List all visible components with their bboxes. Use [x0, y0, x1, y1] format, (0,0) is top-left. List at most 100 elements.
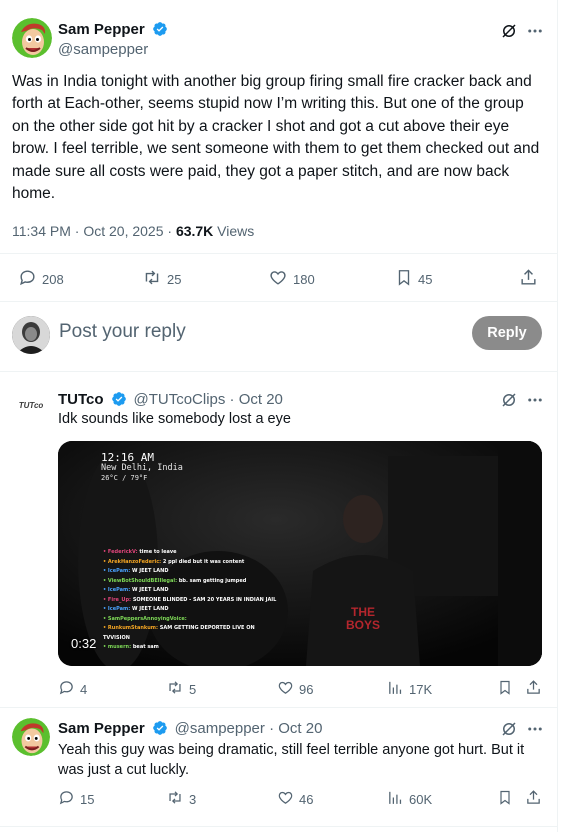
- chat-line: • musern: beat sam: [103, 643, 323, 653]
- grok-icon[interactable]: [500, 22, 518, 40]
- chat-user: • IcePam:: [103, 587, 133, 593]
- reply2-views-count: 60K: [409, 791, 433, 807]
- reply1-header: TUTco @TUTcoClips · Oct 20: [58, 391, 283, 412]
- repost-icon: [166, 789, 184, 809]
- chat-user: • Fire_Up:: [103, 596, 133, 603]
- reply2-author-name[interactable]: Sam Pepper: [58, 720, 145, 737]
- reply1-repost-count: 5: [189, 681, 197, 697]
- chat-message: SAM GETTING DEPORTED LIVE ON: [159, 625, 255, 631]
- share-icon: [525, 679, 542, 699]
- reply1-views-count: 17K: [409, 681, 433, 697]
- repost-icon: [142, 268, 162, 290]
- reply1-like-action[interactable]: 96: [277, 679, 313, 699]
- reply2-avatar[interactable]: [12, 718, 50, 756]
- bookmark-icon: [497, 679, 513, 699]
- reply1-avatar[interactable]: TUTco: [12, 393, 50, 417]
- reply2-bookmark-action[interactable]: [497, 789, 513, 809]
- reply-count: 208: [42, 271, 64, 287]
- chat-line: • IcePam: W JEET LAND: [103, 605, 323, 615]
- reply2-views-action[interactable]: 60K: [387, 789, 432, 809]
- reply-icon: [58, 679, 75, 699]
- chat-user: • SamPeppersAnnoyingVoice:: [103, 615, 187, 622]
- author-name[interactable]: Sam Pepper: [58, 21, 145, 38]
- reply-input[interactable]: Post your reply: [59, 321, 186, 343]
- chat-user: • IcePam:: [103, 606, 133, 612]
- reply-icon: [18, 268, 37, 290]
- reply1-author-name[interactable]: TUTco: [58, 391, 104, 408]
- views-icon: [387, 679, 404, 699]
- share-icon: [519, 268, 538, 290]
- chat-user: • FederickV:: [103, 549, 140, 555]
- chat-user: • musern:: [103, 644, 133, 650]
- video-player[interactable]: 12:16 AM New Delhi, India 26°C / 79°F TH…: [58, 441, 542, 666]
- chat-message: SOMEONE BLINDED - SAM 20 YEARS IN INDIAN…: [132, 596, 277, 603]
- chat-line: • IcePam: W JEET LAND: [103, 586, 323, 596]
- reply-action[interactable]: 208: [18, 268, 64, 290]
- chat-line: • ArekHanzoFederic: 2 ppl died but it wa…: [103, 558, 323, 568]
- more-icon[interactable]: [526, 720, 544, 738]
- reply2-repost-count: 3: [189, 791, 197, 807]
- views-label: Views: [213, 223, 255, 239]
- more-icon[interactable]: [526, 22, 544, 40]
- video-duration: 0:32: [71, 636, 97, 651]
- author-handle[interactable]: @sampepper: [58, 41, 148, 58]
- reply1-reply-action[interactable]: 4: [58, 679, 87, 699]
- reply2-share-action[interactable]: [525, 789, 542, 809]
- reply1-text: Idk sounds like somebody lost a eye: [58, 411, 291, 427]
- reply1-avatar-text: TUTco: [18, 400, 44, 410]
- like-count: 180: [293, 271, 315, 287]
- video-overlay-temp: 26°C / 79°F: [101, 474, 148, 482]
- chat-message: 2 ppl died but it was content: [162, 558, 245, 565]
- divider: [0, 301, 557, 302]
- chat-line: • SamPeppersAnnoyingVoice:: [103, 615, 323, 625]
- author-avatar[interactable]: [12, 18, 52, 58]
- reply1-views-action[interactable]: 17K: [387, 679, 432, 699]
- reply2-text: Yeah this guy was being dramatic, still …: [58, 742, 525, 778]
- reply-icon: [58, 789, 75, 809]
- chat-line: • Fire_Up: SOMEONE BLINDED - SAM 20 YEAR…: [103, 596, 323, 606]
- verified-icon[interactable]: [152, 720, 168, 741]
- chat-line: • IcePam: W JEET LAND: [103, 567, 323, 577]
- reply-button[interactable]: Reply: [472, 316, 542, 350]
- reply1-share-action[interactable]: [525, 679, 542, 699]
- post-meta: 11:34 PM · Oct 20, 2025 · 63.7K Views: [12, 223, 254, 239]
- verified-icon[interactable]: [152, 21, 168, 42]
- chat-user: • RunkumStankum:: [103, 625, 160, 631]
- reply1-like-count: 96: [299, 681, 314, 697]
- views-count: 63.7K: [175, 223, 214, 239]
- share-action[interactable]: [519, 268, 538, 290]
- chat-line: • ViewBotShouldBEIllegal: bb. sam gettin…: [103, 577, 323, 587]
- reply1-bookmark-action[interactable]: [497, 679, 513, 699]
- reply1-handle-date[interactable]: @TUTcoClips · Oct 20: [133, 391, 282, 408]
- chat-message: TVVISION: [103, 634, 130, 641]
- chat-message: beat sam: [132, 644, 159, 650]
- repost-action[interactable]: 25: [142, 268, 181, 290]
- chat-user: • IcePam:: [103, 568, 133, 574]
- reply2-like-action[interactable]: 46: [277, 789, 313, 809]
- grok-icon[interactable]: [500, 391, 518, 409]
- my-avatar[interactable]: [12, 316, 50, 354]
- column-border: [557, 0, 558, 832]
- bookmark-icon: [497, 789, 513, 809]
- chat-user: • ArekHanzoFederic:: [103, 558, 163, 565]
- reply2-like-count: 46: [299, 791, 314, 807]
- reply2-reply-action[interactable]: 15: [58, 789, 94, 809]
- divider: [0, 253, 557, 254]
- grok-icon[interactable]: [500, 720, 518, 738]
- verified-icon[interactable]: [111, 391, 127, 412]
- post-time[interactable]: 11:34 PM · Oct 20, 2025 ·: [12, 223, 176, 239]
- bookmark-action[interactable]: 45: [395, 268, 432, 290]
- reply2-handle-date[interactable]: @sampepper · Oct 20: [175, 720, 323, 737]
- chat-user: • ViewBotShouldBEIllegal:: [103, 577, 179, 584]
- share-icon: [525, 789, 542, 809]
- chat-line: • RunkumStankum: SAM GETTING DEPORTED LI…: [103, 624, 323, 634]
- divider: [0, 707, 557, 708]
- more-icon[interactable]: [526, 391, 544, 409]
- views-icon: [387, 789, 404, 809]
- reply2-repost-action[interactable]: 3: [166, 789, 196, 809]
- like-icon: [268, 268, 288, 290]
- like-action[interactable]: 180: [268, 268, 315, 290]
- chat-message: W JEET LAND: [132, 606, 169, 612]
- reply1-repost-action[interactable]: 5: [166, 679, 196, 699]
- bookmark-icon: [395, 268, 413, 290]
